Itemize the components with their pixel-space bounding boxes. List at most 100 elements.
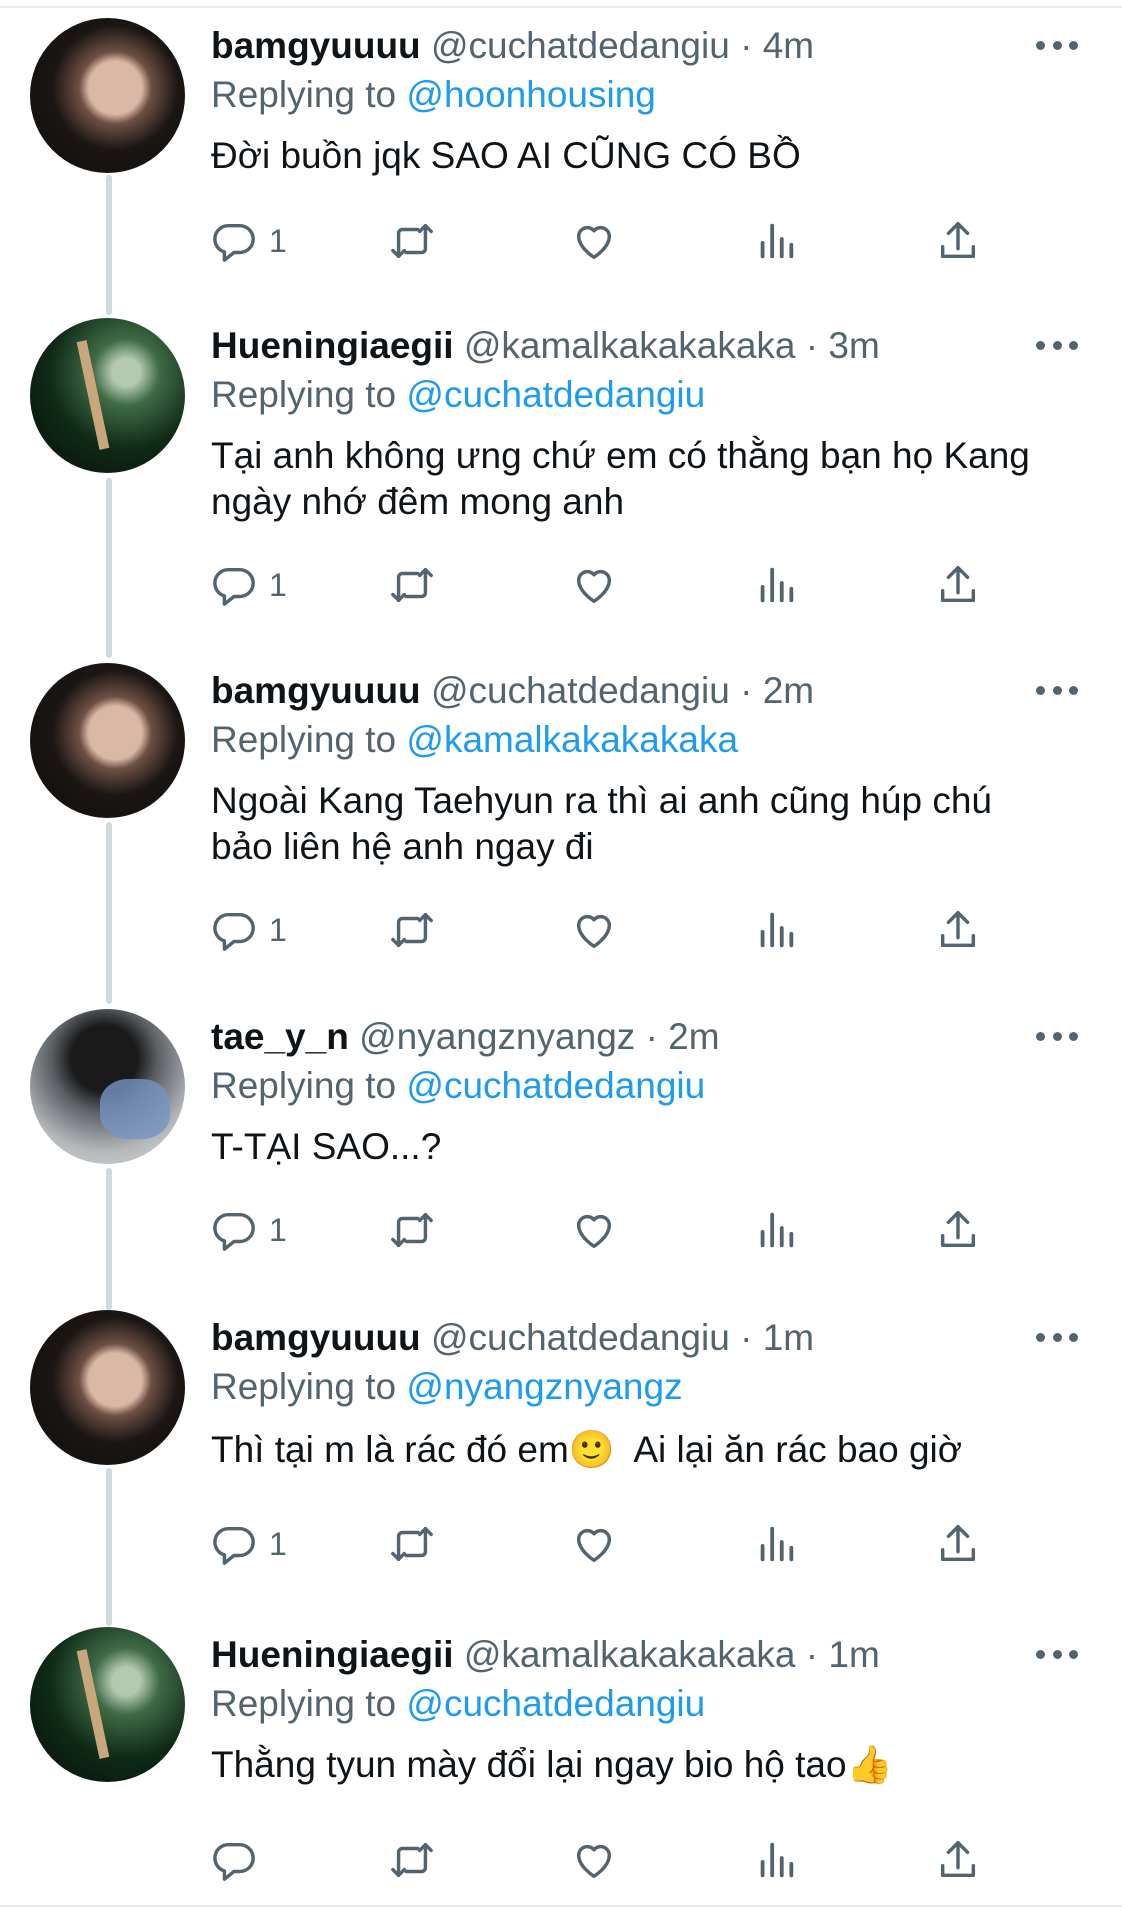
replying-to: Replying to @cuchatdedangiu <box>211 1064 705 1108</box>
separator: · <box>740 670 753 711</box>
display-name[interactable]: bamgyuuuu <box>211 670 421 711</box>
thread-connector <box>106 478 112 658</box>
share-icon <box>940 566 976 603</box>
handle[interactable]: @cuchatdedangiu <box>431 25 730 66</box>
share-icon <box>940 1211 976 1248</box>
handle[interactable]: @kamalkakakakaka <box>464 1634 796 1675</box>
replying-prefix: Replying to <box>211 1065 397 1106</box>
retweet-button[interactable] <box>389 1202 435 1258</box>
tweet-header: tae_y_n @nyangznyangz · 2m <box>211 1015 720 1059</box>
handle[interactable]: @cuchatdedangiu <box>431 670 730 711</box>
like-button[interactable] <box>571 902 617 958</box>
like-button[interactable] <box>571 1516 617 1572</box>
handle[interactable]: @kamalkakakakaka <box>464 325 796 366</box>
views-button[interactable] <box>753 557 799 613</box>
avatar[interactable] <box>30 1009 185 1164</box>
display-name[interactable]: bamgyuuuu <box>211 25 421 66</box>
mention-link[interactable]: @cuchatdedangiu <box>406 1683 705 1724</box>
more-icon[interactable] <box>1036 682 1078 698</box>
replying-to: Replying to @cuchatdedangiu <box>211 1682 705 1726</box>
avatar[interactable] <box>30 318 185 473</box>
views-button[interactable] <box>753 213 799 269</box>
like-button[interactable] <box>571 1832 617 1888</box>
replying-to: Replying to @cuchatdedangiu <box>211 373 705 417</box>
like-button[interactable] <box>571 557 617 613</box>
separator: · <box>740 1317 753 1358</box>
views-icon <box>760 223 794 259</box>
tweet-text: Thằng tyun mày đổi lại ngay bio hộ tao👍 <box>211 1744 893 1785</box>
avatar[interactable] <box>30 1310 185 1465</box>
tweet-header: bamgyuuuu @cuchatdedangiu · 1m <box>211 1316 814 1360</box>
mention-link[interactable]: @hoonhousing <box>406 74 655 115</box>
mention-link[interactable]: @cuchatdedangiu <box>406 1065 705 1106</box>
reply-button[interactable]: 1 <box>211 902 287 958</box>
retweet-button[interactable] <box>389 213 435 269</box>
replying-to: Replying to @nyangznyangz <box>211 1365 683 1409</box>
reply-button[interactable]: 1 <box>211 1516 287 1572</box>
display-name[interactable]: Hueningiaegii <box>211 325 454 366</box>
share-button[interactable] <box>935 1516 981 1572</box>
timestamp[interactable]: 1m <box>763 1317 814 1358</box>
action-bar: 1 <box>211 1516 1011 1572</box>
avatar[interactable] <box>30 1627 185 1782</box>
views-icon <box>760 1842 794 1878</box>
retweet-button[interactable] <box>389 557 435 613</box>
reply-icon <box>213 223 255 262</box>
retweet-button[interactable] <box>389 1832 435 1888</box>
retweet-icon <box>391 1842 433 1878</box>
reply-button[interactable]: 1 <box>211 1202 287 1258</box>
views-button[interactable] <box>753 1202 799 1258</box>
top-divider <box>0 6 1122 8</box>
tweet-header: Hueningiaegii @kamalkakakakaka · 3m <box>211 324 880 368</box>
share-button[interactable] <box>935 1832 981 1888</box>
timestamp[interactable]: 4m <box>763 25 814 66</box>
more-icon[interactable] <box>1036 37 1078 53</box>
handle[interactable]: @cuchatdedangiu <box>431 1317 730 1358</box>
separator: · <box>805 1634 819 1675</box>
like-button[interactable] <box>571 213 617 269</box>
action-bar <box>211 1832 1011 1888</box>
share-button[interactable] <box>935 557 981 613</box>
reply-count: 1 <box>269 1211 287 1248</box>
retweet-button[interactable] <box>389 1516 435 1572</box>
more-icon[interactable] <box>1036 1028 1078 1044</box>
share-icon <box>940 1841 976 1878</box>
retweet-icon <box>391 1526 433 1562</box>
avatar[interactable] <box>30 663 185 818</box>
timestamp[interactable]: 2m <box>763 670 814 711</box>
replying-prefix: Replying to <box>211 719 397 760</box>
timestamp[interactable]: 2m <box>668 1016 719 1057</box>
mention-link[interactable]: @nyangznyangz <box>406 1366 682 1407</box>
retweet-button[interactable] <box>389 902 435 958</box>
reply-button[interactable] <box>211 1832 269 1888</box>
views-button[interactable] <box>753 1516 799 1572</box>
timestamp[interactable]: 1m <box>828 1634 879 1675</box>
display-name[interactable]: bamgyuuuu <box>211 1317 421 1358</box>
reply-button[interactable]: 1 <box>211 557 287 613</box>
like-button[interactable] <box>571 1202 617 1258</box>
display-name[interactable]: tae_y_n <box>211 1016 349 1057</box>
timestamp[interactable]: 3m <box>828 325 879 366</box>
reply-button[interactable]: 1 <box>211 213 287 269</box>
display-name[interactable]: Hueningiaegii <box>211 1634 454 1675</box>
share-button[interactable] <box>935 902 981 958</box>
share-button[interactable] <box>935 213 981 269</box>
avatar[interactable] <box>30 18 185 173</box>
reply-icon <box>213 567 255 606</box>
mention-link[interactable]: @kamalkakakakaka <box>406 719 738 760</box>
views-button[interactable] <box>753 1832 799 1888</box>
mention-link[interactable]: @cuchatdedangiu <box>406 374 705 415</box>
views-button[interactable] <box>753 902 799 958</box>
share-button[interactable] <box>935 1202 981 1258</box>
heart-icon <box>576 1844 612 1879</box>
replying-to: Replying to @kamalkakakakaka <box>211 718 738 762</box>
heart-icon <box>576 1528 612 1563</box>
views-icon <box>760 1526 794 1562</box>
handle[interactable]: @nyangznyangz <box>359 1016 635 1057</box>
more-icon[interactable] <box>1036 337 1078 353</box>
more-icon[interactable] <box>1036 1329 1078 1345</box>
more-icon[interactable] <box>1036 1646 1078 1662</box>
replying-prefix: Replying to <box>211 1683 397 1724</box>
reply-count: 1 <box>269 222 287 259</box>
tweet-header: bamgyuuuu @cuchatdedangiu · 4m <box>211 24 814 68</box>
